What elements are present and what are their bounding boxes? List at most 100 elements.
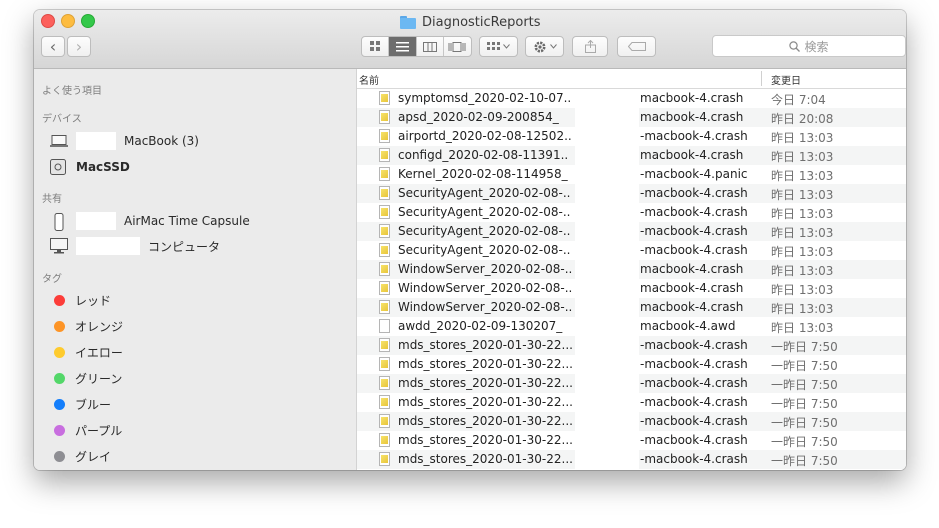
column-view-button[interactable] bbox=[417, 37, 444, 56]
share-button[interactable] bbox=[572, 36, 608, 57]
crash-report-icon bbox=[379, 357, 390, 371]
disk-icon bbox=[50, 159, 68, 175]
redacted-name bbox=[575, 374, 639, 393]
redacted-name bbox=[575, 127, 639, 146]
file-name-suffix: macbook-4.crash bbox=[640, 110, 744, 124]
sidebar-item-time-capsule[interactable]: AirMac Time Capsule bbox=[50, 211, 250, 231]
file-row[interactable]: WindowServer_2020-02-08-.. macbook-4.cras… bbox=[357, 260, 906, 279]
sidebar-item-tag-purple[interactable]: パープル bbox=[50, 420, 122, 440]
search-field[interactable]: 検索 bbox=[712, 35, 906, 57]
column-header: 名前 変更日 bbox=[357, 69, 906, 89]
file-name: WindowServer_2020-02-08-.. bbox=[398, 300, 573, 314]
file-row[interactable]: SecurityAgent_2020-02-08-.. -macbook-4.cr… bbox=[357, 203, 906, 222]
file-name-suffix: macbook-4.awd bbox=[640, 319, 736, 333]
file-row[interactable]: WindowServer_2020-02-08-.. macbook-4.cras… bbox=[357, 279, 906, 298]
sidebar-item-tag-blue[interactable]: ブルー bbox=[50, 394, 111, 414]
file-name: mds_stores_2020-01-30-22... bbox=[398, 414, 573, 428]
view-mode-selector[interactable] bbox=[361, 36, 472, 57]
crash-report-icon bbox=[379, 91, 390, 105]
file-row[interactable]: mds_stores_2020-01-30-22... -macbook-4.cr… bbox=[357, 412, 906, 431]
file-row[interactable]: SecurityAgent_2020-02-08-.. -macbook-4.cr… bbox=[357, 222, 906, 241]
file-row[interactable]: SecurityAgent_2020-02-08-.. -macbook-4.cr… bbox=[357, 241, 906, 260]
file-row[interactable]: Kernel_2020-02-08-114958_ -macbook-4.pani… bbox=[357, 165, 906, 184]
forward-button[interactable]: › bbox=[67, 36, 91, 57]
sidebar-item-tag-yellow[interactable]: イエロー bbox=[50, 342, 123, 362]
sidebar-item-tag-orange[interactable]: オレンジ bbox=[50, 316, 123, 336]
crash-report-icon bbox=[379, 243, 390, 257]
zoom-button[interactable] bbox=[81, 14, 95, 28]
sidebar-item-label: AirMac Time Capsule bbox=[124, 214, 250, 228]
file-name: mds_stores_2020-01-30-22... bbox=[398, 395, 573, 409]
redacted-name bbox=[76, 132, 116, 150]
redacted-name bbox=[575, 336, 639, 355]
tags-header: タグ bbox=[42, 274, 62, 285]
window-title-text: DiagnosticReports bbox=[422, 14, 541, 30]
file-name: SecurityAgent_2020-02-08-.. bbox=[398, 186, 571, 200]
file-name-suffix: -macbook-4.panic bbox=[640, 167, 748, 181]
folder-icon bbox=[400, 15, 416, 29]
modified-column-header[interactable]: 変更日 bbox=[771, 72, 801, 87]
sidebar-item-macssd[interactable]: MacSSD bbox=[50, 157, 130, 177]
file-row[interactable]: mds_stores_2020-01-30-22... -macbook-4.cr… bbox=[357, 450, 906, 469]
file-row[interactable]: mds_stores_2020-01-30-22... -macbook-4.cr… bbox=[357, 355, 906, 374]
sidebar-item-computer[interactable]: コンピュータ bbox=[50, 236, 220, 256]
crash-report-icon bbox=[379, 205, 390, 219]
file-name-suffix: -macbook-4.crash bbox=[640, 376, 748, 390]
close-button[interactable] bbox=[41, 14, 55, 28]
devices-header: デバイス bbox=[42, 114, 82, 125]
favorites-header: よく使う項目 bbox=[42, 86, 102, 97]
crash-report-icon bbox=[379, 433, 390, 447]
time-capsule-icon bbox=[50, 213, 68, 231]
file-name: SecurityAgent_2020-02-08-.. bbox=[398, 224, 571, 238]
modified-date: 昨日 13:03 bbox=[771, 283, 834, 297]
chevron-down-icon bbox=[503, 44, 510, 49]
file-name: SecurityAgent_2020-02-08-.. bbox=[398, 205, 571, 219]
list-view-button[interactable] bbox=[389, 37, 417, 56]
redacted-name bbox=[575, 298, 639, 317]
file-row[interactable]: mds_stores_2020-01-30-22... -macbook-4.cr… bbox=[357, 336, 906, 355]
file-row[interactable]: mds_stores_2020-01-30-22... -macbook-4.cr… bbox=[357, 431, 906, 450]
crash-report-icon bbox=[379, 300, 390, 314]
icon-view-button[interactable] bbox=[362, 37, 390, 56]
file-row[interactable]: mds_stores_2020-01-30-22... -macbook-4.cr… bbox=[357, 374, 906, 393]
file-row[interactable]: configd_2020-02-08-11391.. macbook-4.cras… bbox=[357, 146, 906, 165]
redacted-name bbox=[76, 237, 140, 255]
file-row[interactable]: symptomsd_2020-02-10-07.. macbook-4.crash… bbox=[357, 89, 906, 108]
column-divider[interactable] bbox=[761, 71, 762, 86]
gallery-view-button[interactable] bbox=[444, 37, 471, 56]
file-row[interactable]: apsd_2020-02-09-200854_ macbook-4.crash 昨日… bbox=[357, 108, 906, 127]
finder-window: DiagnosticReports ‹ › 検索 よく使う項目 デバイス Mac… bbox=[34, 10, 906, 470]
file-row[interactable]: mds_stores_2020-01-30-22... -macbook-4.cr… bbox=[357, 393, 906, 412]
file-name: mds_stores_2020-01-30-22... bbox=[398, 338, 573, 352]
columns-icon bbox=[422, 41, 437, 52]
redacted-name bbox=[575, 89, 639, 108]
modified-date: 一昨日 7:50 bbox=[771, 416, 838, 430]
back-button[interactable]: ‹ bbox=[41, 36, 65, 57]
sidebar-item-macbook[interactable]: MacBook (3) bbox=[50, 131, 199, 151]
file-row[interactable]: SecurityAgent_2020-02-08-.. -macbook-4.cr… bbox=[357, 184, 906, 203]
sidebar-item-label: MacSSD bbox=[76, 160, 130, 174]
yellow-tag-icon bbox=[54, 346, 65, 358]
sidebar-item-tag-red[interactable]: レッド bbox=[50, 290, 111, 310]
file-name-suffix: -macbook-4.crash bbox=[640, 414, 748, 428]
grid-icon bbox=[369, 41, 380, 51]
file-row[interactable]: airportd_2020-02-08-12502.. -macbook-4.cr… bbox=[357, 127, 906, 146]
edit-tags-button[interactable] bbox=[617, 36, 656, 57]
sidebar-item-tag-gray[interactable]: グレイ bbox=[50, 446, 111, 466]
group-by-button[interactable] bbox=[479, 36, 518, 57]
file-name: mds_stores_2020-01-30-22... bbox=[398, 357, 573, 371]
list-icon bbox=[395, 41, 409, 51]
name-column-header[interactable]: 名前 bbox=[359, 72, 379, 87]
action-menu-button[interactable] bbox=[525, 36, 564, 57]
redacted-name bbox=[575, 260, 639, 279]
crash-report-icon bbox=[379, 452, 390, 466]
file-name-suffix: macbook-4.crash bbox=[640, 262, 744, 276]
file-row[interactable]: awdd_2020-02-09-130207_ macbook-4.awd 昨日 1… bbox=[357, 317, 906, 336]
minimize-button[interactable] bbox=[61, 14, 75, 28]
purple-tag-icon bbox=[54, 424, 65, 436]
redacted-name bbox=[76, 212, 116, 230]
modified-date: 一昨日 7:50 bbox=[771, 454, 838, 468]
file-row[interactable]: WindowServer_2020-02-08-.. macbook-4.cras… bbox=[357, 298, 906, 317]
sidebar-item-tag-green[interactable]: グリーン bbox=[50, 368, 122, 388]
sidebar-item-label: オレンジ bbox=[75, 319, 124, 334]
